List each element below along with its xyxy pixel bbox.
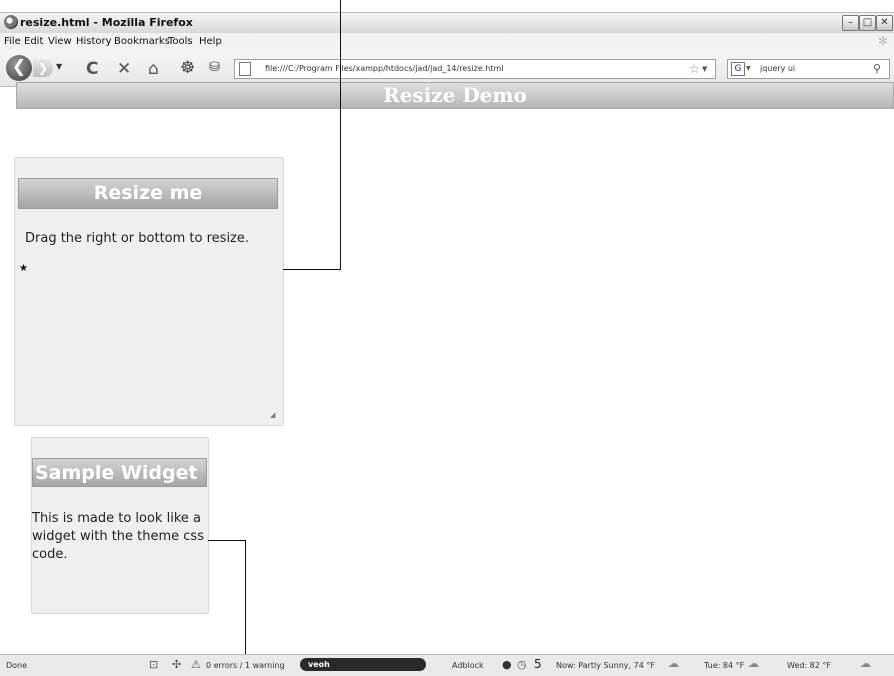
menu-view[interactable]: View [48,36,72,47]
adblock-button[interactable]: Adblock [452,661,484,670]
cloud-icon: ☁ [748,657,759,670]
status-dot-icon[interactable]: ● [502,658,512,671]
widget-text: This is made to look like a widget with … [32,511,204,562]
page-icon [239,62,251,76]
firebug-icon[interactable]: ✣ [172,658,181,671]
menu-bar: File Edit View History Bookmarks Tools H… [0,33,894,50]
menu-bookmarks[interactable]: Bookmarks [114,36,170,47]
resizable-panel-title: Resize me [18,178,278,209]
close-button[interactable]: ✕ [876,15,893,31]
status-bar: Done ⊡ ✣ ⚠ 0 errors / 1 warning veoh Adb… [0,654,894,676]
clock-icon[interactable]: ◷ [517,658,527,671]
database-icon[interactable]: ⛁ [209,60,220,75]
menu-tools[interactable]: Tools [168,36,193,47]
count-badge: 5 [534,657,542,671]
warning-icon[interactable]: ⚠ [191,658,201,671]
error-console[interactable]: 0 errors / 1 warning [206,661,285,670]
back-button[interactable]: ❮ [6,55,32,81]
forward-button[interactable]: ❯ [33,59,53,77]
weather-now[interactable]: Now: Partly Sunny, 74 °F [556,661,655,670]
screenshot-icon[interactable]: ⊡ [149,658,158,671]
home-button[interactable]: ⌂ [148,59,159,79]
url-bar[interactable]: file:///C:/Program Files/xampp/htdocs/ja… [234,59,716,79]
search-bar[interactable]: G ▼ jquery ui ⚲ [727,59,890,79]
callout-line [208,540,246,541]
stop-button[interactable]: ✕ [117,59,131,79]
resize-handle-icon[interactable]: ◢ [270,411,275,419]
reload-button[interactable]: C [86,59,98,79]
resizable-panel-text: Drag the right or bottom to resize. [25,231,250,246]
addon-icon[interactable]: ☸ [180,58,195,78]
callout-line [340,0,341,270]
url-text[interactable]: file:///C:/Program Files/xampp/htdocs/ja… [265,60,504,78]
weather-tue[interactable]: Tue: 84 °F [704,661,744,670]
minimize-button[interactable]: – [842,15,859,31]
search-engine-dropdown-icon[interactable]: ▼ [746,60,751,78]
status-text: Done [6,661,28,670]
firefox-icon [4,15,18,29]
callout-line [283,269,341,270]
url-dropdown-icon[interactable]: ▼ [702,60,707,78]
search-input[interactable]: jquery ui [760,60,795,78]
search-engine-icon[interactable]: G [731,62,745,76]
weather-wed[interactable]: Wed: 82 °F [787,661,831,670]
menu-file[interactable]: File [4,36,21,47]
cloud-icon: ☁ [668,657,679,670]
bookmark-star-icon[interactable]: ☆ [689,60,700,78]
page-header: Resize Demo [16,82,894,109]
title-bar: resize.html - Mozilla Firefox – □ ✕ [0,12,894,34]
history-dropdown-icon[interactable]: ▼ [56,62,62,71]
menu-history[interactable]: History [76,36,112,47]
window-title: resize.html - Mozilla Firefox [20,16,193,29]
menu-edit[interactable]: Edit [24,36,43,47]
cloud-icon: ☁ [860,657,871,670]
menu-help[interactable]: Help [199,36,222,47]
widget-title: Sample Widget [32,458,207,487]
star-icon: ★ [19,263,28,274]
throbber-icon: ✻ [878,34,889,48]
search-icon[interactable]: ⚲ [873,60,881,78]
sample-widget: Sample Widget This is made to look like … [31,437,209,614]
resizable-panel[interactable]: Resize me Drag the right or bottom to re… [14,157,284,426]
maximize-button[interactable]: □ [859,15,876,31]
veoh-toolbar[interactable]: veoh [300,658,426,671]
